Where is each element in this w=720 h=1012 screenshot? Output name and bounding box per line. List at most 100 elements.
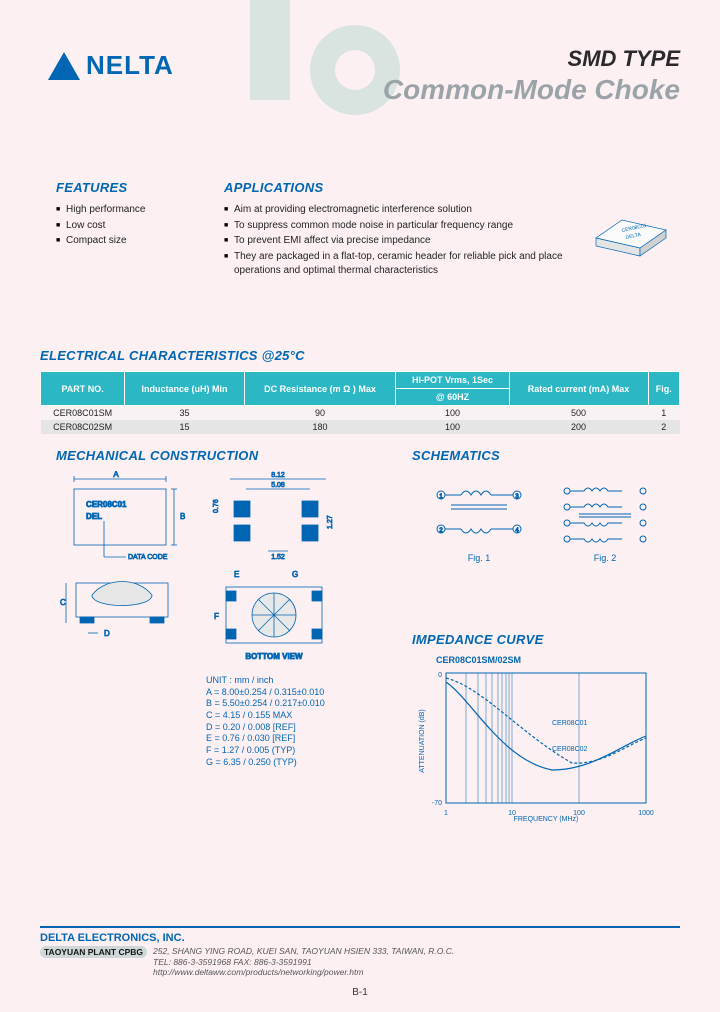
cell-hipot: 100 — [396, 406, 509, 421]
cell-part: CER08C02SM — [41, 420, 125, 434]
cell-rated: 500 — [509, 406, 648, 421]
footprint-diagram: 8.12 5.08 0.76 1.27 1.52 — [204, 471, 344, 561]
mech-heading: MECHANICAL CONSTRUCTION — [56, 448, 386, 463]
component-3d-illustration: CER08C01 DELTA — [586, 200, 676, 258]
datasheet-page: NELTA SMD TYPE Common-Mode Choke FEATURE… — [0, 0, 720, 1012]
schematics-section: SCHEMATICS 1 3 2 4 — [412, 448, 672, 563]
title-common-mode-choke: Common-Mode Choke — [383, 74, 680, 106]
unit-heading: UNIT : mm / inch — [206, 675, 386, 687]
footer-addr-line: 252, SHANG YING ROAD, KUEI SAN, TAOYUAN … — [153, 946, 454, 957]
fig2-label: Fig. 2 — [594, 553, 617, 563]
svg-text:E: E — [234, 570, 239, 579]
elec-table: PART NO. Inductance (uH) Min DC Resistan… — [40, 371, 680, 434]
svg-text:10: 10 — [508, 810, 516, 817]
feature-item: Compact size — [56, 234, 196, 249]
svg-text:B: B — [180, 512, 185, 521]
footer-plant-badge: TAOYUAN PLANT CPBG — [40, 946, 147, 958]
table-row: CER08C01SM 35 90 100 500 1 — [41, 406, 680, 421]
svg-text:DEL: DEL — [86, 512, 102, 521]
features-section: FEATURES High performance Low cost Compa… — [56, 180, 196, 250]
applications-heading: APPLICATIONS — [224, 180, 564, 195]
svg-text:1.27: 1.27 — [327, 515, 334, 529]
svg-text:F: F — [214, 612, 219, 621]
cell-dcr: 180 — [244, 420, 396, 434]
table-row: CER08C02SM 15 180 100 200 2 — [41, 420, 680, 434]
unit-line: B = 5.50±0.254 / 0.217±0.010 — [206, 698, 386, 710]
th-hipot: HI-POT Vrms, 1Sec — [396, 372, 509, 389]
svg-text:CER08C01: CER08C01 — [86, 500, 127, 509]
footer: DELTA ELECTRONICS, INC. TAOYUAN PLANT CP… — [40, 926, 680, 978]
cell-part: CER08C01SM — [41, 406, 125, 421]
unit-line: C = 4.15 / 0.155 MAX — [206, 710, 386, 722]
footer-company: DELTA ELECTRONICS, INC. — [40, 932, 680, 944]
svg-text:8.12: 8.12 — [271, 472, 285, 479]
footer-addr-line: TEL: 886-3-3591968 FAX: 886-3-3591991 — [153, 957, 454, 968]
applications-section: APPLICATIONS Aim at providing electromag… — [224, 180, 564, 280]
svg-text:D: D — [104, 629, 110, 638]
brand-logo: NELTA — [48, 50, 174, 81]
brand-name: NELTA — [86, 50, 174, 81]
page-number: B-1 — [0, 987, 720, 998]
svg-text:C: C — [60, 598, 66, 607]
svg-text:ATTENUATION (dB): ATTENUATION (dB) — [419, 709, 426, 773]
svg-text:1000: 1000 — [638, 810, 654, 817]
applications-list: Aim at providing electromagnetic interfe… — [224, 203, 564, 279]
electrical-characteristics-section: ELECTRICAL CHARACTERISTICS @25°C PART NO… — [40, 348, 680, 434]
svg-text:FREQUENCY (MHz): FREQUENCY (MHz) — [514, 816, 579, 823]
unit-dimensions-block: UNIT : mm / inch A = 8.00±0.254 / 0.315±… — [206, 675, 386, 769]
application-item: To suppress common mode noise in particu… — [224, 219, 564, 234]
impedance-chart: 0 -70 CER08C01 CER08C02 ATTENUATION (dB)… — [412, 665, 662, 835]
footer-addr-line: http://www.deltaww.com/products/networki… — [153, 967, 454, 978]
svg-text:BOTTOM VIEW: BOTTOM VIEW — [245, 652, 303, 661]
title-block: SMD TYPE Common-Mode Choke — [383, 46, 680, 106]
feature-item: High performance — [56, 203, 196, 218]
cell-fig: 1 — [648, 406, 679, 421]
feature-item: Low cost — [56, 219, 196, 234]
fig2-icon — [557, 477, 653, 549]
side-view-diagram: C D — [56, 569, 186, 649]
schematic-fig1: 1 3 2 4 Fig. 1 — [431, 477, 527, 563]
table-header-row: PART NO. Inductance (uH) Min DC Resistan… — [41, 372, 680, 389]
unit-line: F = 1.27 / 0.005 (TYP) — [206, 745, 386, 757]
cell-dcr: 90 — [244, 406, 396, 421]
fig1-icon: 1 3 2 4 — [431, 477, 527, 549]
unit-line: G = 6.35 / 0.250 (TYP) — [206, 757, 386, 769]
delta-triangle-icon — [48, 52, 80, 80]
unit-line: A = 8.00±0.254 / 0.315±0.010 — [206, 687, 386, 699]
fig1-label: Fig. 1 — [468, 553, 491, 563]
top-view-diagram: A B CER08C01 DEL DATA CODE — [56, 471, 186, 561]
title-smd-type: SMD TYPE — [383, 46, 680, 72]
svg-text:-70: -70 — [432, 800, 442, 807]
svg-text:G: G — [292, 570, 298, 579]
svg-text:CER08C02: CER08C02 — [552, 746, 588, 753]
th-part: PART NO. — [41, 372, 125, 406]
cell-ind: 15 — [125, 420, 244, 434]
th-dcr: DC Resistance (m Ω ) Max — [244, 372, 396, 406]
cell-fig: 2 — [648, 420, 679, 434]
mechanical-construction-section: MECHANICAL CONSTRUCTION A B CER08C01 DEL — [56, 448, 386, 769]
svg-text:1: 1 — [444, 810, 448, 817]
cell-hipot: 100 — [396, 420, 509, 434]
impedance-curve-section: IMPEDANCE CURVE CER08C01SM/02SM — [412, 632, 672, 835]
svg-text:CER08C01: CER08C01 — [552, 720, 588, 727]
th-rated: Rated current (mA) Max — [509, 372, 648, 406]
th-fig: Fig. — [648, 372, 679, 406]
application-item: Aim at providing electromagnetic interfe… — [224, 203, 564, 218]
elec-heading: ELECTRICAL CHARACTERISTICS @25°C — [40, 348, 680, 363]
unit-line: E = 0.76 / 0.030 [REF] — [206, 733, 386, 745]
svg-text:1.52: 1.52 — [271, 554, 285, 561]
svg-text:100: 100 — [573, 810, 585, 817]
cell-ind: 35 — [125, 406, 244, 421]
schematics-heading: SCHEMATICS — [412, 448, 672, 463]
svg-text:0: 0 — [438, 672, 442, 679]
svg-text:DATA CODE: DATA CODE — [128, 554, 168, 561]
features-heading: FEATURES — [56, 180, 196, 195]
bottom-view-diagram: E G F BOTTOM VIEW — [204, 569, 344, 669]
schematic-fig2: Fig. 2 — [557, 477, 653, 563]
svg-text:0.76: 0.76 — [213, 499, 220, 513]
impedance-heading: IMPEDANCE CURVE — [412, 632, 672, 647]
features-list: High performance Low cost Compact size — [56, 203, 196, 249]
th-hipot-sub: @ 60HZ — [396, 389, 509, 406]
chart-title: CER08C01SM/02SM — [436, 655, 672, 665]
footer-address: 252, SHANG YING ROAD, KUEI SAN, TAOYUAN … — [153, 946, 454, 978]
